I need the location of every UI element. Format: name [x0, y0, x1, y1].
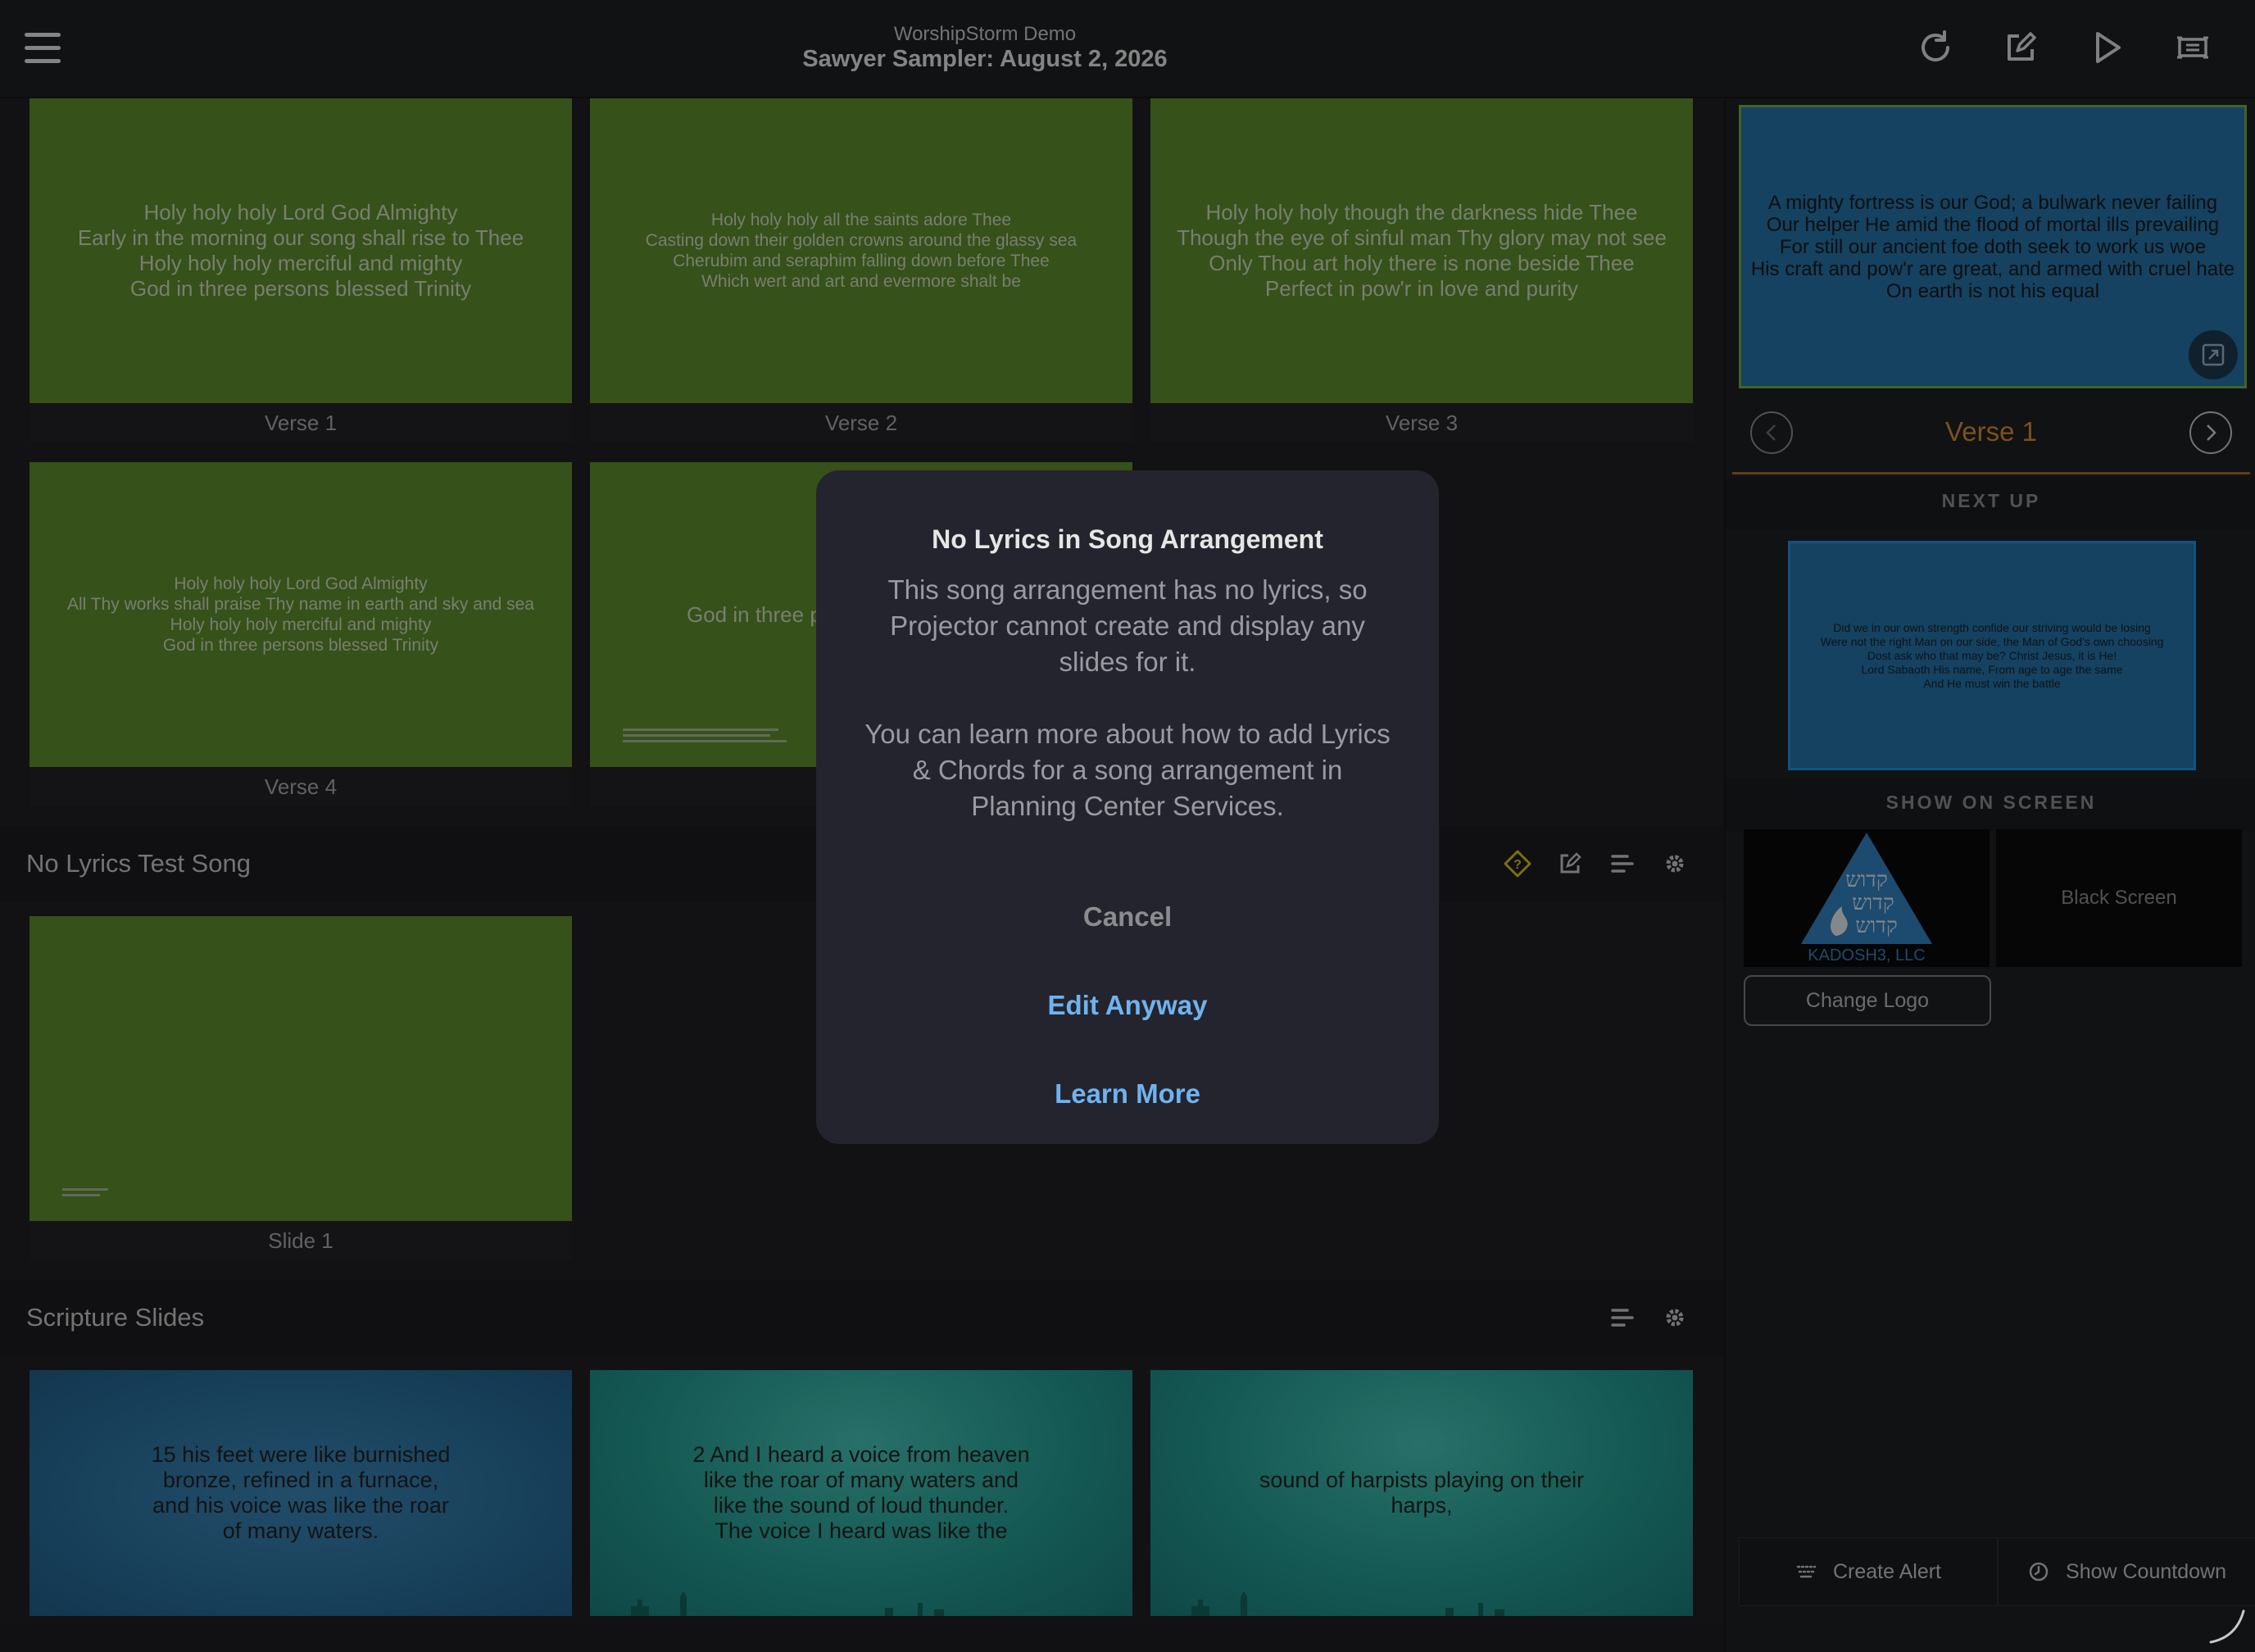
app-root: WorshipStorm Demo Sawyer Sampler: August…	[0, 0, 2255, 1652]
cancel-button[interactable]: Cancel	[816, 901, 1439, 933]
edit-anyway-button[interactable]: Edit Anyway	[816, 990, 1439, 1021]
learn-more-button[interactable]: Learn More	[816, 1078, 1439, 1110]
no-lyrics-dialog: No Lyrics in Song Arrangement This song …	[816, 470, 1439, 1144]
dialog-message: This song arrangement has no lyrics, so …	[864, 574, 1391, 821]
resize-handle-icon[interactable]	[2206, 1604, 2247, 1645]
dialog-title: No Lyrics in Song Arrangement	[932, 524, 1323, 554]
